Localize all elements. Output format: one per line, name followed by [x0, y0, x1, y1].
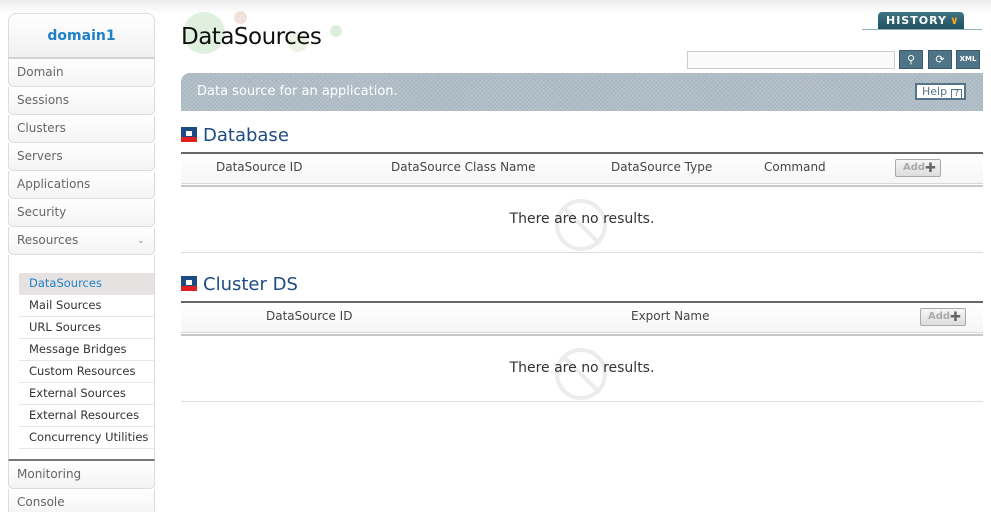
- column-header: DataSource ID: [216, 160, 303, 174]
- search-button[interactable]: ⚲: [899, 50, 923, 69]
- question-icon: ?: [951, 89, 963, 100]
- domain-title[interactable]: domain1: [8, 13, 155, 59]
- help-button[interactable]: Help?: [915, 83, 966, 100]
- submenu-item-custom-resources[interactable]: Custom Resources: [19, 361, 154, 383]
- page-title: DataSources: [181, 24, 322, 50]
- section-title-text: Database: [203, 125, 289, 146]
- history-button[interactable]: HISTORY ∨: [878, 12, 964, 30]
- submenu-item-external-resources[interactable]: External Resources: [19, 405, 154, 427]
- section-title-text: Cluster DS: [203, 274, 298, 295]
- empty-message: There are no results.: [509, 360, 655, 376]
- sidebar-item-label: Resources: [17, 233, 79, 247]
- empty-message: There are no results.: [509, 211, 655, 227]
- submenu-item-datasources[interactable]: DataSources: [19, 273, 154, 295]
- search-icon: ⚲: [906, 53, 916, 66]
- xml-export-icon: XML: [959, 55, 977, 63]
- sidebar-item-console[interactable]: Console: [8, 489, 155, 512]
- column-header: DataSource Class Name: [391, 160, 536, 174]
- sidebar-item-resources[interactable]: Resources ⌄: [8, 227, 155, 255]
- resources-submenu: DataSources Mail Sources URL Sources Mes…: [8, 255, 155, 461]
- chevron-down-icon: ∨: [949, 14, 960, 27]
- database-table-header: DataSource ID DataSource Class Name Data…: [181, 152, 983, 187]
- sidebar-item-monitoring[interactable]: Monitoring: [8, 461, 155, 489]
- submenu-item-concurrency-utilities[interactable]: Concurrency Utilities: [19, 427, 154, 449]
- add-label: Add: [903, 162, 926, 173]
- database-empty-row: There are no results.: [181, 187, 983, 253]
- section-title-database: Database: [181, 125, 289, 146]
- sidebar-item-servers[interactable]: Servers: [8, 143, 155, 171]
- divider: [862, 29, 982, 30]
- plus-icon: ✚: [925, 161, 936, 176]
- sidebar-item-sessions[interactable]: Sessions: [8, 87, 155, 115]
- section-icon: [181, 127, 197, 142]
- submenu-item-mail-sources[interactable]: Mail Sources: [19, 295, 154, 317]
- add-label: Add: [928, 311, 951, 322]
- column-header: Command: [764, 160, 826, 174]
- sidebar-item-clusters[interactable]: Clusters: [8, 115, 155, 143]
- add-database-button[interactable]: Add ✚: [895, 159, 941, 177]
- sidebar-item-applications[interactable]: Applications: [8, 171, 155, 199]
- xml-export-button[interactable]: XML: [956, 50, 980, 69]
- cluster-ds-empty-row: There are no results.: [181, 336, 983, 402]
- sidebar: domain1 Domain Sessions Clusters Servers…: [8, 13, 155, 512]
- cluster-ds-table-header: DataSource ID Export Name Add ✚: [181, 301, 983, 336]
- refresh-icon: ⟳: [935, 53, 945, 66]
- help-label: Help: [922, 85, 948, 98]
- add-cluster-ds-button[interactable]: Add ✚: [920, 308, 966, 326]
- sidebar-item-security[interactable]: Security: [8, 199, 155, 227]
- chevron-down-icon: ⌄: [136, 235, 145, 246]
- column-header: DataSource ID: [266, 309, 353, 323]
- section-icon: [181, 276, 197, 291]
- submenu-item-external-sources[interactable]: External Sources: [19, 383, 154, 405]
- refresh-button[interactable]: ⟳: [928, 50, 952, 69]
- banner-description: Data source for an application.: [197, 84, 398, 99]
- plus-icon: ✚: [950, 310, 961, 325]
- decor-circle: [330, 25, 342, 37]
- description-banner: Data source for an application. Help?: [181, 73, 983, 111]
- column-header: DataSource Type: [611, 160, 713, 174]
- column-header: Export Name: [631, 309, 710, 323]
- section-title-cluster-ds: Cluster DS: [181, 274, 298, 295]
- sidebar-item-domain[interactable]: Domain: [8, 59, 155, 87]
- decor-circle: [234, 11, 247, 24]
- search-input[interactable]: [687, 51, 895, 69]
- submenu-item-message-bridges[interactable]: Message Bridges: [19, 339, 154, 361]
- top-shade: [0, 0, 991, 14]
- submenu-item-url-sources[interactable]: URL Sources: [19, 317, 154, 339]
- history-label: HISTORY: [886, 14, 947, 27]
